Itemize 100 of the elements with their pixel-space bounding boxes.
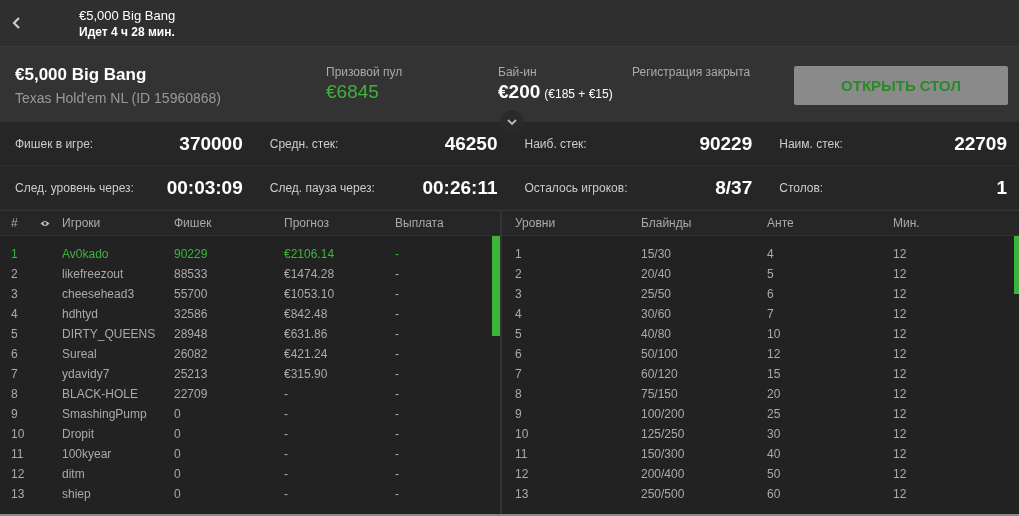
table-cell-text: hdhtyd: [62, 307, 100, 321]
stat-value: 8/37: [715, 176, 753, 199]
table-cell-text: 0: [174, 487, 182, 501]
table-cell-text: -: [395, 327, 400, 341]
table-cell-text: 12: [893, 347, 908, 361]
table-cell-text: 50/100: [641, 347, 679, 361]
table-cell-text: 12: [893, 367, 908, 381]
table-cell-text: 6: [10, 347, 19, 361]
table-cell-text: -: [284, 407, 289, 421]
stat-value: 370000: [179, 132, 243, 155]
prize-pool-label: Призовой пул: [326, 65, 404, 79]
scrollbar[interactable]: [1014, 236, 1019, 294]
table-cell-text: -: [395, 427, 400, 441]
table-cell-text: 12: [893, 447, 908, 461]
table-cell-text: ydavidy7: [62, 367, 111, 381]
stat-value: 1: [996, 176, 1007, 199]
table-cell-text: 100kyear: [62, 447, 113, 461]
table-cell-text: 9: [10, 407, 19, 421]
eye-icon[interactable]: [40, 219, 50, 227]
top-bar-title: €5,000 Big Bang: [79, 7, 176, 23]
table-cell-text: ditm: [62, 467, 86, 481]
table-cell-text: €1474.28: [284, 267, 336, 281]
table-cell-text: BLACK-HOLE: [62, 387, 140, 401]
table-cell-text: Av0kado: [62, 247, 110, 261]
column-header: Блайнды: [641, 216, 693, 230]
scrollbar[interactable]: [492, 236, 500, 336]
table-cell-text: 10: [514, 427, 530, 441]
tournament-title: €5,000 Big Bang: [15, 65, 148, 85]
stat-value: 46250: [444, 132, 498, 155]
tournament-subtitle: Texas Hold'em NL (ID 15960868): [15, 90, 223, 106]
table-cell-text: 30: [767, 427, 782, 441]
table-cell-text: 12: [893, 267, 908, 281]
table-cell-text: -: [395, 407, 400, 421]
table-cell-text: 75/150: [641, 387, 679, 401]
table-cell-text: 10: [767, 327, 782, 341]
table-cell-text: -: [395, 347, 400, 361]
table-cell-text: 13: [514, 487, 530, 501]
table-cell-text: SmashingPump: [62, 407, 148, 421]
buy-in-value: €200: [498, 81, 541, 103]
column-header: Игроки: [62, 216, 102, 230]
table-cell-text: -: [284, 447, 289, 461]
table-cell-text: -: [395, 247, 400, 261]
table-cell-text: 12: [893, 407, 908, 421]
table-cell-text: 100/200: [641, 407, 686, 421]
expand-button[interactable]: [500, 110, 524, 134]
back-icon[interactable]: [11, 16, 21, 30]
table-cell-text: 4: [10, 307, 19, 321]
table-cell-text: 7: [514, 367, 523, 381]
table-cell-text: 12: [893, 427, 908, 441]
table-cell-text: 6: [767, 287, 775, 301]
table-cell-text: 13: [10, 487, 26, 501]
stat-value: 00:03:09: [166, 176, 243, 199]
table-cell-text: 2: [10, 267, 19, 281]
table-cell-text: 12: [893, 327, 908, 341]
table-cell-text: -: [284, 387, 289, 401]
table-cell-text: 200/400: [641, 467, 686, 481]
table-cell-text: 26082: [174, 347, 209, 361]
table-cell-text: 88533: [174, 267, 209, 281]
table-cell-text: 60: [767, 487, 782, 501]
table-cell-text: 15/30: [641, 247, 673, 261]
chevron-icon: [507, 118, 517, 126]
column-header: Анте: [767, 216, 795, 230]
stat-value: 90229: [699, 132, 753, 155]
table-cell-text: -: [395, 447, 400, 461]
table-cell-text: -: [395, 387, 400, 401]
stat-label: Осталось игроков:: [524, 180, 628, 195]
table-cell-text: 1: [10, 247, 19, 261]
table-cell-text: 150/300: [641, 447, 686, 461]
table-cell-text: 2: [514, 267, 523, 281]
table-cell-text: 12: [893, 247, 908, 261]
table-cell-text: €631.86: [284, 327, 329, 341]
table-cell-text: 7: [10, 367, 19, 381]
stat-value: 00:26:11: [422, 176, 498, 199]
table-cell-text: 32586: [174, 307, 209, 321]
column-header: Уровни: [514, 216, 557, 230]
stat-value: 22709: [954, 132, 1007, 155]
table-cell-text: 12: [893, 487, 908, 501]
table-cell-text: 125/250: [641, 427, 686, 441]
column-header: Фишек: [174, 216, 213, 230]
table-cell-text: -: [395, 287, 400, 301]
table-cell-text: 0: [174, 467, 182, 481]
table-cell-text: €2106.14: [284, 247, 336, 261]
column-header: Мин.: [893, 216, 921, 230]
table-cell-text: 12: [514, 467, 530, 481]
stat-label: След. уровень через:: [15, 180, 134, 195]
stat-label: Средн. стек:: [269, 136, 339, 151]
table-cell-text: -: [395, 307, 400, 321]
table-cell-text: Dropit: [62, 427, 95, 441]
stat-label: Фишек в игре:: [15, 136, 94, 151]
table-cell-text: 30/60: [641, 307, 673, 321]
registration-status: Регистрация закрыта: [632, 65, 752, 81]
table-cell-text: 12: [893, 307, 908, 321]
table-cell-text: 40/80: [641, 327, 673, 341]
prize-pool-value: €6845: [326, 81, 380, 103]
stat-label: Наим. стек:: [779, 136, 843, 151]
stat-label: Столов:: [779, 180, 824, 195]
table-cell-text: 3: [10, 287, 19, 301]
column-header: Прогноз: [284, 216, 331, 230]
table-cell-text: 6: [514, 347, 523, 361]
table-cell-text: likefreezout: [62, 267, 125, 281]
